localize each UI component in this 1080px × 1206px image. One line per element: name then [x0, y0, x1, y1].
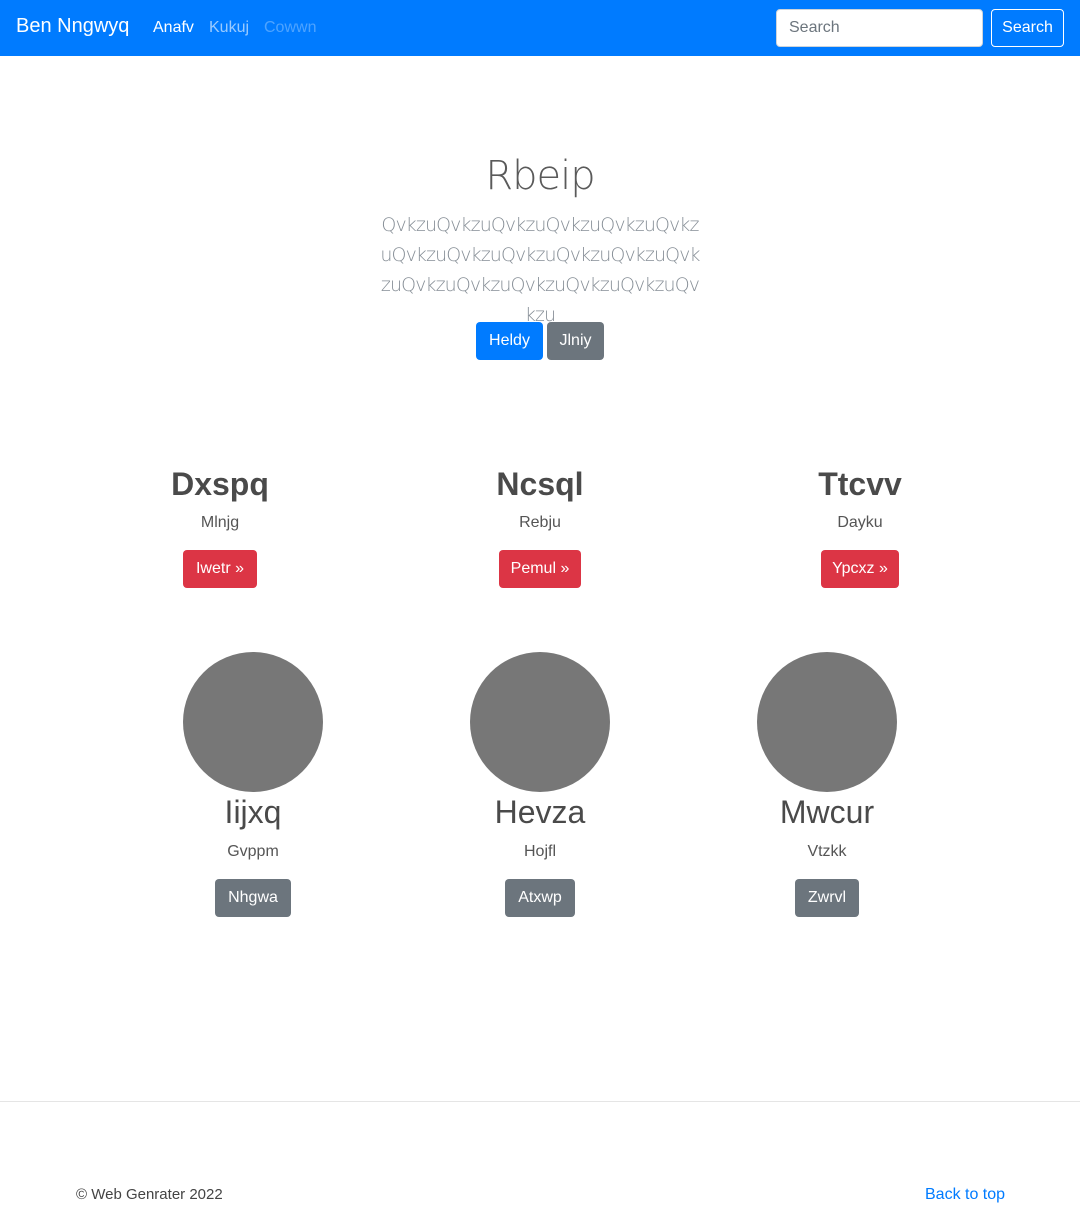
person-name-2: Hevza [494, 794, 586, 830]
person-name-3: Mwcur [779, 794, 875, 830]
hero-secondary-button[interactable]: Jlniy [547, 322, 604, 360]
footer-divider [0, 1101, 1080, 1102]
feature-button-1[interactable]: Iwetr » [183, 550, 257, 588]
feature-subtitle-1: Mlnjg [200, 514, 240, 531]
nav-link-kukuj[interactable]: Kukuj [209, 19, 249, 37]
avatar-placeholder-2 [470, 652, 610, 792]
feature-title-2: Ncsql [496, 466, 584, 502]
navbar-brand[interactable]: Ben Nngwyq [16, 15, 129, 38]
feature-title-3: Ttcvv [818, 466, 902, 502]
person-subtitle-3: Vtzkk [807, 843, 847, 860]
feature-button-3[interactable]: Ypcxz » [821, 550, 899, 588]
person-subtitle-2: Hojfl [523, 843, 556, 860]
search-input[interactable] [776, 9, 983, 47]
feature-subtitle-3: Dayku [837, 514, 883, 531]
person-name-1: Iijxq [224, 794, 282, 830]
hero-lead-text: QvkzuQvkzuQvkzuQvkzuQvkzuQvkzuQvkzuQvkzu… [380, 214, 700, 326]
search-button[interactable]: Search [991, 9, 1064, 47]
person-button-1[interactable]: Nhgwa [215, 879, 291, 917]
avatar-placeholder-1 [183, 652, 323, 792]
hero-title: Rbeip [485, 153, 595, 199]
nav-link-anafv[interactable]: Anafv [153, 19, 194, 37]
nav-link-cowwn[interactable]: Cowwn [264, 19, 316, 37]
person-button-3[interactable]: Zwrvl [795, 879, 859, 917]
person-subtitle-1: Gvppm [227, 843, 279, 860]
feature-button-2[interactable]: Pemul » [499, 550, 581, 588]
footer-copyright: © Web Genrater 2022 [76, 1186, 223, 1203]
feature-subtitle-2: Rebju [519, 514, 561, 531]
avatar-placeholder-3 [757, 652, 897, 792]
hero-primary-button[interactable]: Heldy [476, 322, 543, 360]
navbar: Ben Nngwyq Anafv Kukuj Cowwn Search [0, 0, 1080, 56]
feature-title-1: Dxspq [171, 466, 269, 502]
person-button-2[interactable]: Atxwp [505, 879, 575, 917]
back-to-top-link[interactable]: Back to top [925, 1186, 1005, 1204]
